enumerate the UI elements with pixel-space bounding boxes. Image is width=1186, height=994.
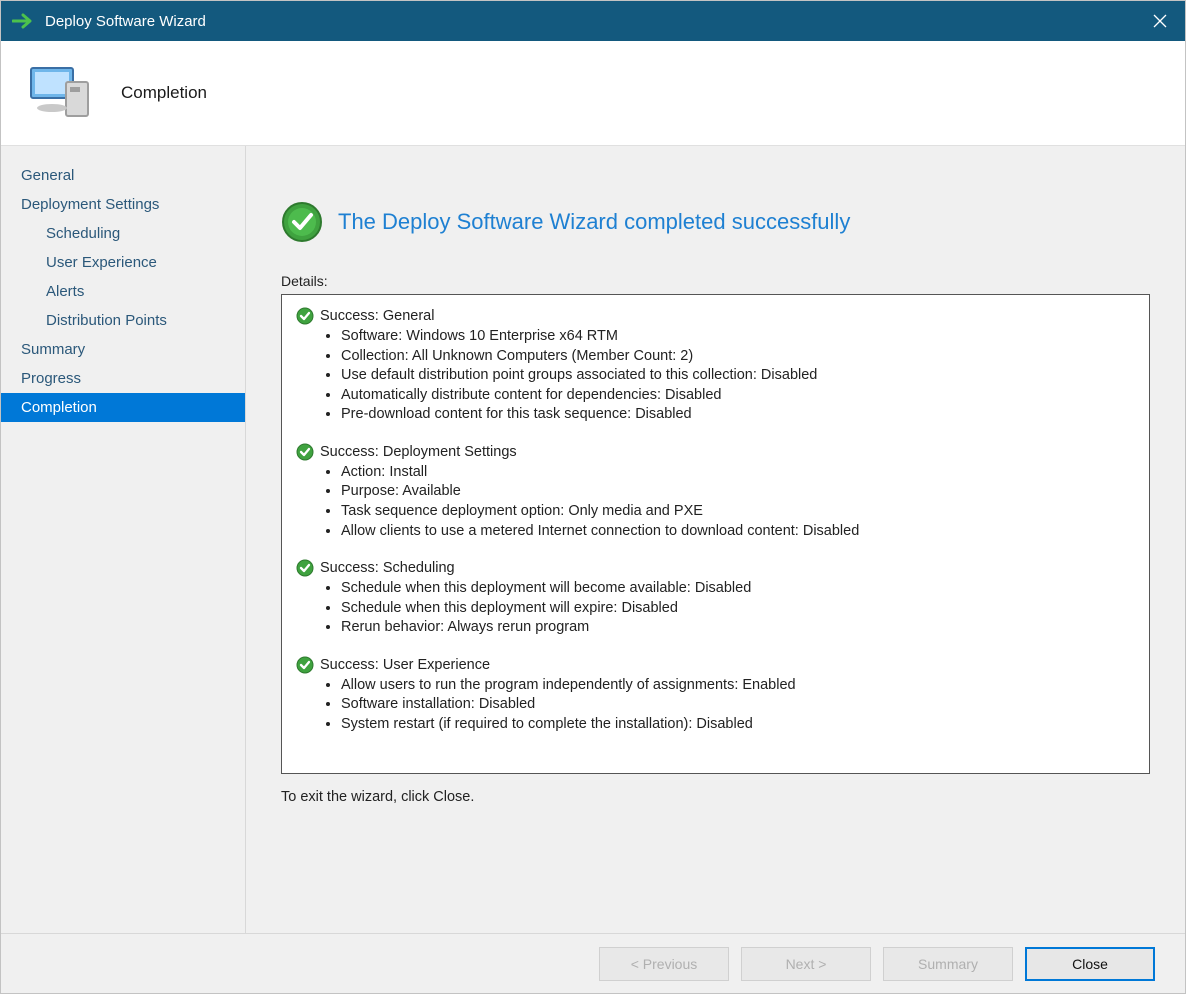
detail-group: Success: Deployment Settings Action: Inst… [296,443,1135,541]
detail-line: Software: Windows 10 Enterprise x64 RTM [341,327,1135,347]
detail-group-heading: Success: User Experience [296,656,1135,674]
header: Completion [1,41,1185,146]
exit-hint: To exit the wizard, click Close. [281,789,1150,805]
sidebar-item-distribution-points[interactable]: Distribution Points [1,306,245,335]
sidebar-item-user-experience[interactable]: User Experience [1,248,245,277]
page-title: Completion [121,83,207,103]
success-check-icon [281,201,323,243]
details-box[interactable]: Success: General Software: Windows 10 Ent… [281,294,1150,774]
detail-line: Pre-download content for this task seque… [341,405,1135,425]
sidebar-item-scheduling[interactable]: Scheduling [1,219,245,248]
content-panel: The Deploy Software Wizard completed suc… [246,146,1185,935]
sidebar-item-summary[interactable]: Summary [1,335,245,364]
detail-line: Allow users to run the program independe… [341,676,1135,696]
success-check-icon [296,559,314,577]
sidebar-item-general[interactable]: General [1,161,245,190]
detail-line: Schedule when this deployment will expir… [341,599,1135,619]
detail-group-list: Allow users to run the program independe… [341,676,1135,735]
success-header: The Deploy Software Wizard completed suc… [281,201,1150,243]
footer: < Previous Next > Summary Close [1,933,1185,993]
detail-group-heading: Success: General [296,307,1135,325]
detail-line: Action: Install [341,463,1135,483]
next-button: Next > [741,947,871,981]
details-label: Details: [281,273,1150,289]
summary-button: Summary [883,947,1013,981]
detail-group-heading: Success: Scheduling [296,559,1135,577]
detail-group-heading: Success: Deployment Settings [296,443,1135,461]
detail-group-title: Success: Scheduling [320,560,455,576]
close-button[interactable]: Close [1025,947,1155,981]
detail-group: Success: Scheduling Schedule when this de… [296,559,1135,638]
titlebar: Deploy Software Wizard [1,1,1185,41]
sidebar-item-alerts[interactable]: Alerts [1,277,245,306]
computer-icon [21,58,101,128]
detail-group-list: Schedule when this deployment will becom… [341,579,1135,638]
success-check-icon [296,307,314,325]
success-check-icon [296,443,314,461]
detail-line: Rerun behavior: Always rerun program [341,618,1135,638]
detail-line: Automatically distribute content for dep… [341,386,1135,406]
detail-line: System restart (if required to complete … [341,715,1135,735]
detail-group-title: Success: User Experience [320,657,490,673]
detail-group-title: Success: Deployment Settings [320,444,517,460]
wizard-window: Deploy Software Wizard Completion Genera… [0,0,1186,994]
detail-group-list: Action: InstallPurpose: AvailableTask se… [341,463,1135,541]
detail-group-title: Success: General [320,308,434,324]
detail-line: Collection: All Unknown Computers (Membe… [341,347,1135,367]
app-arrow-icon [11,12,37,30]
detail-line: Software installation: Disabled [341,695,1135,715]
sidebar-item-deployment-settings[interactable]: Deployment Settings [1,190,245,219]
detail-line: Allow clients to use a metered Internet … [341,522,1135,542]
detail-group: Success: General Software: Windows 10 Ent… [296,307,1135,425]
sidebar: GeneralDeployment SettingsSchedulingUser… [1,146,246,935]
detail-line: Purpose: Available [341,482,1135,502]
window-title: Deploy Software Wizard [45,13,206,30]
detail-line: Schedule when this deployment will becom… [341,579,1135,599]
detail-group-list: Software: Windows 10 Enterprise x64 RTMC… [341,327,1135,425]
window-close-button[interactable] [1135,1,1185,41]
sidebar-item-progress[interactable]: Progress [1,364,245,393]
success-title: The Deploy Software Wizard completed suc… [338,209,850,235]
success-check-icon [296,656,314,674]
detail-group: Success: User Experience Allow users to r… [296,656,1135,735]
previous-button: < Previous [599,947,729,981]
main-area: GeneralDeployment SettingsSchedulingUser… [1,146,1185,935]
sidebar-item-completion[interactable]: Completion [1,393,245,422]
detail-line: Use default distribution point groups as… [341,366,1135,386]
detail-line: Task sequence deployment option: Only me… [341,502,1135,522]
